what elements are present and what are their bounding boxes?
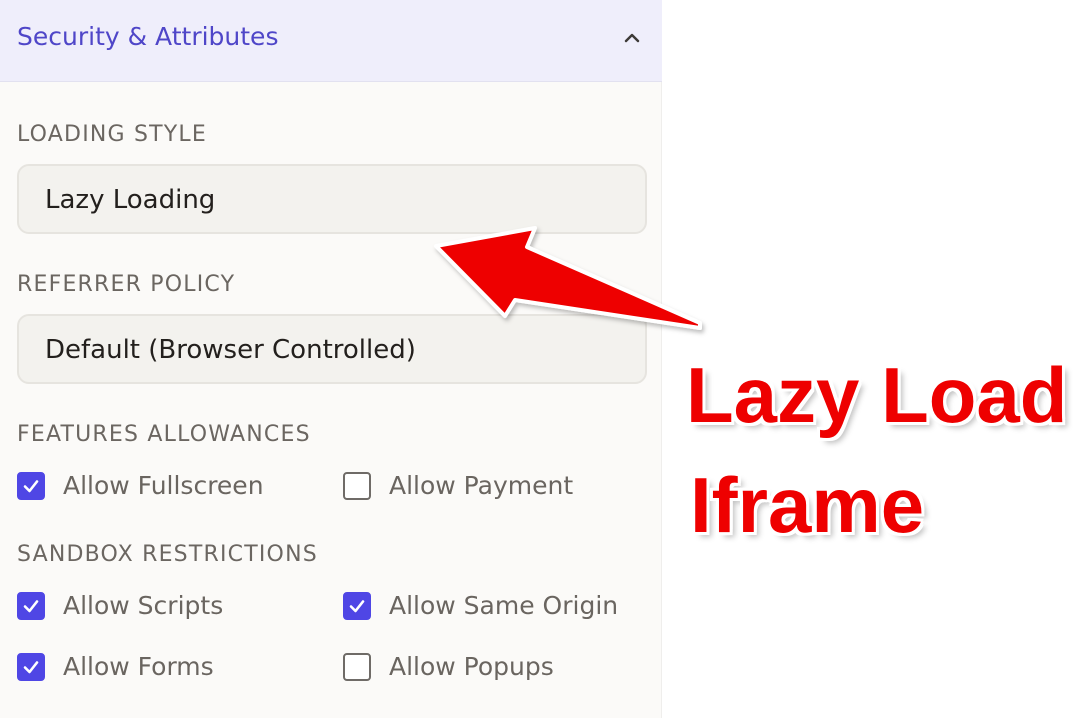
checkbox-label: Allow Forms [63, 652, 214, 681]
checkbox-label: Allow Fullscreen [63, 471, 264, 500]
referrer-policy-value: Default (Browser Controlled) [45, 335, 416, 365]
checkbox-allow-scripts[interactable]: Allow Scripts [17, 589, 223, 623]
loading-style-value: Lazy Loading [45, 185, 216, 215]
referrer-policy-label: REFERRER POLICY [17, 272, 236, 297]
checkbox-unchecked-icon[interactable] [343, 653, 371, 681]
referrer-policy-select[interactable]: Default (Browser Controlled) [17, 314, 647, 384]
checkbox-allow-same-origin[interactable]: Allow Same Origin [343, 589, 618, 623]
checkbox-label: Allow Payment [389, 471, 574, 500]
panel-title: Security & Attributes [17, 22, 279, 51]
annotation-title-line1: Lazy Load [686, 351, 1068, 439]
collapse-button[interactable] [612, 19, 652, 55]
checkbox-allow-payment[interactable]: Allow Payment [343, 469, 573, 503]
loading-style-label: LOADING STYLE [17, 122, 207, 147]
checkbox-label: Allow Same Origin [389, 591, 619, 620]
checkbox-unchecked-icon[interactable] [343, 472, 371, 500]
loading-style-select[interactable]: Lazy Loading [17, 164, 647, 234]
checkbox-allow-forms[interactable]: Allow Forms [17, 650, 214, 684]
sandbox-restrictions-label: SANDBOX RESTRICTIONS [17, 542, 318, 567]
checkbox-allow-popups[interactable]: Allow Popups [343, 650, 554, 684]
checkbox-label: Allow Scripts [63, 591, 224, 620]
checkbox-checked-icon[interactable] [17, 653, 45, 681]
screenshot-stage: Security & Attributes LOADING STYLE Lazy… [0, 0, 1088, 718]
checkbox-checked-icon[interactable] [17, 592, 45, 620]
checkbox-checked-icon[interactable] [343, 592, 371, 620]
security-attributes-panel: Security & Attributes LOADING STYLE Lazy… [0, 0, 662, 718]
chevron-up-icon [624, 33, 640, 43]
panel-header[interactable]: Security & Attributes [0, 0, 662, 82]
annotation-title-line2: Iframe [690, 461, 925, 549]
checkbox-checked-icon[interactable] [17, 472, 45, 500]
checkbox-label: Allow Popups [389, 652, 554, 681]
features-allowances-label: FEATURES ALLOWANCES [17, 422, 311, 447]
checkbox-allow-fullscreen[interactable]: Allow Fullscreen [17, 469, 264, 503]
